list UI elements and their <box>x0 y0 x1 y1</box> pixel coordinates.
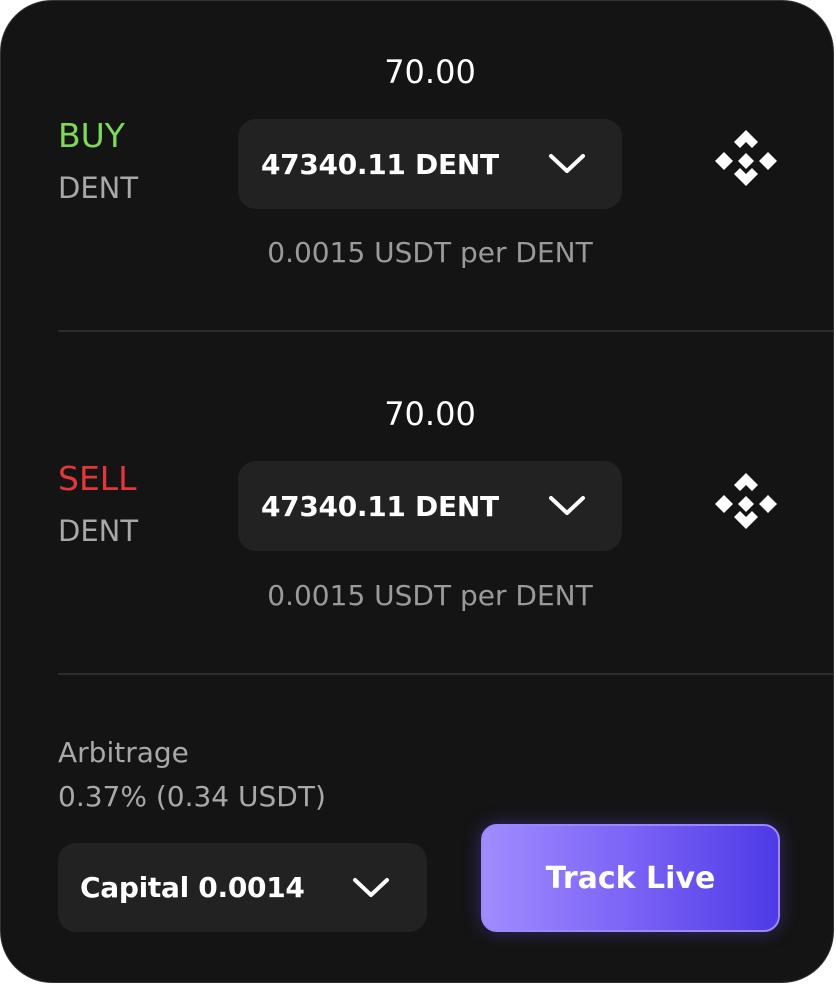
binance-logo-icon <box>715 130 777 186</box>
buy-asset-label: DENT <box>58 171 139 205</box>
track-live-button[interactable]: Track Live <box>481 824 780 932</box>
arbitrage-value: 0.37% (0.34 USDT) <box>58 780 326 813</box>
buy-rate: 0.0015 USDT per DENT <box>267 236 593 269</box>
section-divider <box>58 673 833 675</box>
sell-rate: 0.0015 USDT per DENT <box>267 579 593 612</box>
section-divider <box>58 330 833 332</box>
arbitrage-label: Arbitrage <box>58 736 189 769</box>
arbitrage-card: 70.00 BUY DENT 47340.11 DENT 0.0015 USDT… <box>0 0 834 983</box>
chevron-down-icon <box>353 878 389 897</box>
sell-asset-label: DENT <box>58 514 139 548</box>
sell-selector-value: 47340.11 DENT <box>261 489 499 523</box>
chevron-down-icon <box>549 496 585 515</box>
sell-amount: 70.00 <box>384 395 476 433</box>
chevron-down-icon <box>549 154 585 173</box>
sell-amount-selector[interactable]: 47340.11 DENT <box>238 461 622 551</box>
capital-label: Capital 0.0014 <box>80 871 305 904</box>
buy-amount-selector[interactable]: 47340.11 DENT <box>238 119 622 209</box>
binance-logo-icon <box>715 473 777 529</box>
buy-selector-value: 47340.11 DENT <box>261 147 499 181</box>
buy-side-label: BUY <box>58 116 125 155</box>
capital-selector[interactable]: Capital 0.0014 <box>58 843 427 932</box>
sell-side-label: SELL <box>58 459 137 498</box>
buy-amount: 70.00 <box>384 53 476 91</box>
